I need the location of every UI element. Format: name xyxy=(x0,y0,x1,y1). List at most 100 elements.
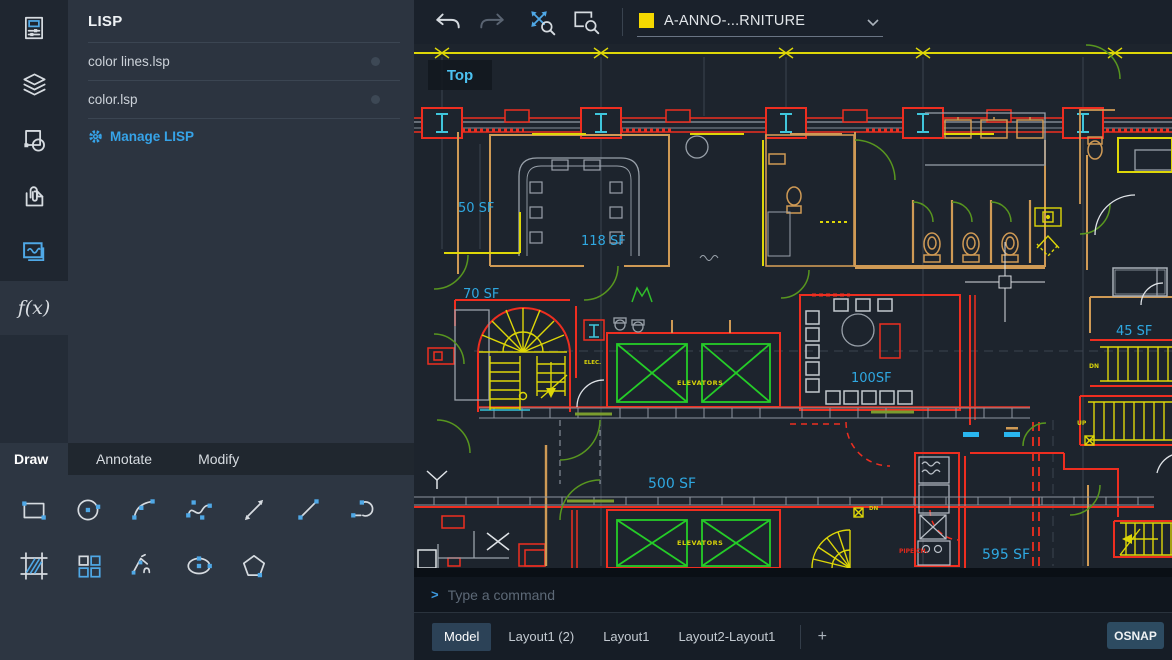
drawing-canvas[interactable]: 50 SF 118 SF 70 SF 100SF 45 SF 500 SF 59… xyxy=(414,44,1172,577)
command-prompt-icon: > xyxy=(431,587,439,602)
svg-text:ELEVATORS: ELEVATORS xyxy=(677,379,723,387)
canvas-toolbar: A-ANNO-...RNITURE xyxy=(414,0,1172,44)
svg-text:DN: DN xyxy=(869,506,879,512)
spline-tool-icon xyxy=(182,495,216,525)
lisp-file-name: color.lsp xyxy=(88,92,138,107)
measure-tool-button[interactable] xyxy=(116,545,171,587)
rectangle-tool-icon xyxy=(17,495,51,525)
add-layout-button[interactable]: + xyxy=(809,628,835,646)
lisp-file-item[interactable]: color lines.lsp xyxy=(68,43,414,80)
left-icon-strip xyxy=(0,0,68,281)
ellipse-tool-icon xyxy=(182,551,216,581)
tool-tab-bar: Draw Annotate Modify xyxy=(0,443,414,475)
lisp-file-item[interactable]: color.lsp xyxy=(68,81,414,118)
view-cube-label[interactable]: Top xyxy=(428,60,492,90)
measure-tool-icon xyxy=(127,551,161,581)
circle-tool-icon xyxy=(72,495,106,525)
svg-text:500 SF: 500 SF xyxy=(648,476,696,492)
tab-divider xyxy=(800,625,801,649)
ellipse-tool-button[interactable] xyxy=(171,545,226,587)
svg-text:ELEVATORS: ELEVATORS xyxy=(677,539,723,547)
draw-tools-panel xyxy=(0,475,414,660)
zoom-window-button[interactable] xyxy=(564,2,608,42)
hatch-tool-icon xyxy=(17,551,51,581)
tab-annotate[interactable]: Annotate xyxy=(82,443,166,475)
gear-icon xyxy=(88,129,103,144)
manage-lisp-button[interactable]: Manage LISP xyxy=(68,119,414,153)
plots-panel-button[interactable] xyxy=(0,224,68,280)
tab-modify[interactable]: Modify xyxy=(184,443,253,475)
svg-text:118 SF: 118 SF xyxy=(581,234,626,249)
attachment-icon xyxy=(21,183,48,210)
polyline-arc-tool-icon xyxy=(347,495,381,525)
viewport-edge xyxy=(414,568,1172,577)
lisp-panel: LISP color lines.lsp color.lsp Manage LI… xyxy=(68,0,414,443)
blocks-icon xyxy=(21,127,48,154)
insert-block-tool-button[interactable] xyxy=(61,545,116,587)
stretch-tool-button[interactable] xyxy=(226,489,281,531)
cad-app-window: f(x) LISP color lines.lsp color.lsp Mana… xyxy=(0,0,1172,660)
lisp-panel-title: LISP xyxy=(68,0,414,30)
line-tool-button[interactable] xyxy=(281,489,336,531)
arc-tool-button[interactable] xyxy=(116,489,171,531)
tab-draw[interactable]: Draw xyxy=(0,443,68,475)
svg-text:100SF: 100SF xyxy=(851,371,892,386)
redo-icon xyxy=(477,9,507,35)
zoom-window-icon xyxy=(570,7,602,37)
undo-button[interactable] xyxy=(426,2,470,42)
svg-text:PIPE CH.: PIPE CH. xyxy=(899,548,928,555)
hatch-tool-button[interactable] xyxy=(6,545,61,587)
xref-panel-button[interactable] xyxy=(0,168,68,224)
command-input[interactable] xyxy=(448,587,1172,603)
fx-icon: f(x) xyxy=(18,297,51,319)
layout-tab-bar: Model Layout1 (2) Layout1 Layout2-Layout… xyxy=(414,613,1172,660)
tool-row xyxy=(0,531,414,587)
blocks-panel-button[interactable] xyxy=(0,112,68,168)
properties-icon xyxy=(21,15,47,41)
tab-layout2-layout1[interactable]: Layout2-Layout1 xyxy=(666,623,787,651)
lisp-fx-button[interactable]: f(x) xyxy=(0,281,68,335)
lisp-item-menu-dot[interactable] xyxy=(371,57,380,66)
undo-icon xyxy=(433,9,463,35)
tab-model[interactable]: Model xyxy=(432,623,491,651)
lisp-file-name: color lines.lsp xyxy=(88,54,170,69)
double-arrow-tool-icon xyxy=(237,495,271,525)
toolbar-divider xyxy=(622,8,623,36)
properties-panel-button[interactable] xyxy=(0,0,68,56)
plot-image-icon xyxy=(20,238,48,266)
rectangle-tool-button[interactable] xyxy=(6,489,61,531)
zoom-extents-icon xyxy=(526,7,558,37)
insert-block-tool-icon xyxy=(72,551,106,581)
polyline-arc-tool-button[interactable] xyxy=(336,489,391,531)
floor-plan-drawing: 50 SF 118 SF 70 SF 100SF 45 SF 500 SF 59… xyxy=(414,44,1172,577)
chevron-down-icon xyxy=(867,19,879,27)
layer-dropdown[interactable]: A-ANNO-...RNITURE xyxy=(637,7,883,37)
manage-lisp-label: Manage LISP xyxy=(110,129,194,144)
layer-dropdown-value: A-ANNO-...RNITURE xyxy=(664,13,805,29)
icon-strip-spacer xyxy=(0,335,68,443)
tab-layout1[interactable]: Layout1 xyxy=(591,623,661,651)
lisp-item-menu-dot[interactable] xyxy=(371,95,380,104)
tab-layout1-2[interactable]: Layout1 (2) xyxy=(496,623,586,651)
line-tool-icon xyxy=(292,495,326,525)
svg-text:70 SF: 70 SF xyxy=(463,287,499,302)
arc-tool-icon xyxy=(127,495,161,525)
circle-tool-button[interactable] xyxy=(61,489,116,531)
osnap-toggle-button[interactable]: OSNAP xyxy=(1107,622,1164,649)
svg-text:50 SF: 50 SF xyxy=(458,201,494,216)
svg-text:DN: DN xyxy=(1089,363,1099,370)
command-bar: > xyxy=(414,577,1172,613)
svg-text:45 SF: 45 SF xyxy=(1116,324,1152,339)
polygon-tool-icon xyxy=(237,551,271,581)
svg-text:ELEC.: ELEC. xyxy=(584,360,601,366)
svg-text:595 SF: 595 SF xyxy=(982,547,1030,563)
tool-row xyxy=(0,475,414,531)
layer-color-swatch xyxy=(639,13,654,28)
layers-icon xyxy=(21,71,48,98)
zoom-extents-button[interactable] xyxy=(520,2,564,42)
svg-text:UP: UP xyxy=(1077,420,1087,427)
spline-tool-button[interactable] xyxy=(171,489,226,531)
redo-button[interactable] xyxy=(470,2,514,42)
polygon-tool-button[interactable] xyxy=(226,545,281,587)
layers-panel-button[interactable] xyxy=(0,56,68,112)
